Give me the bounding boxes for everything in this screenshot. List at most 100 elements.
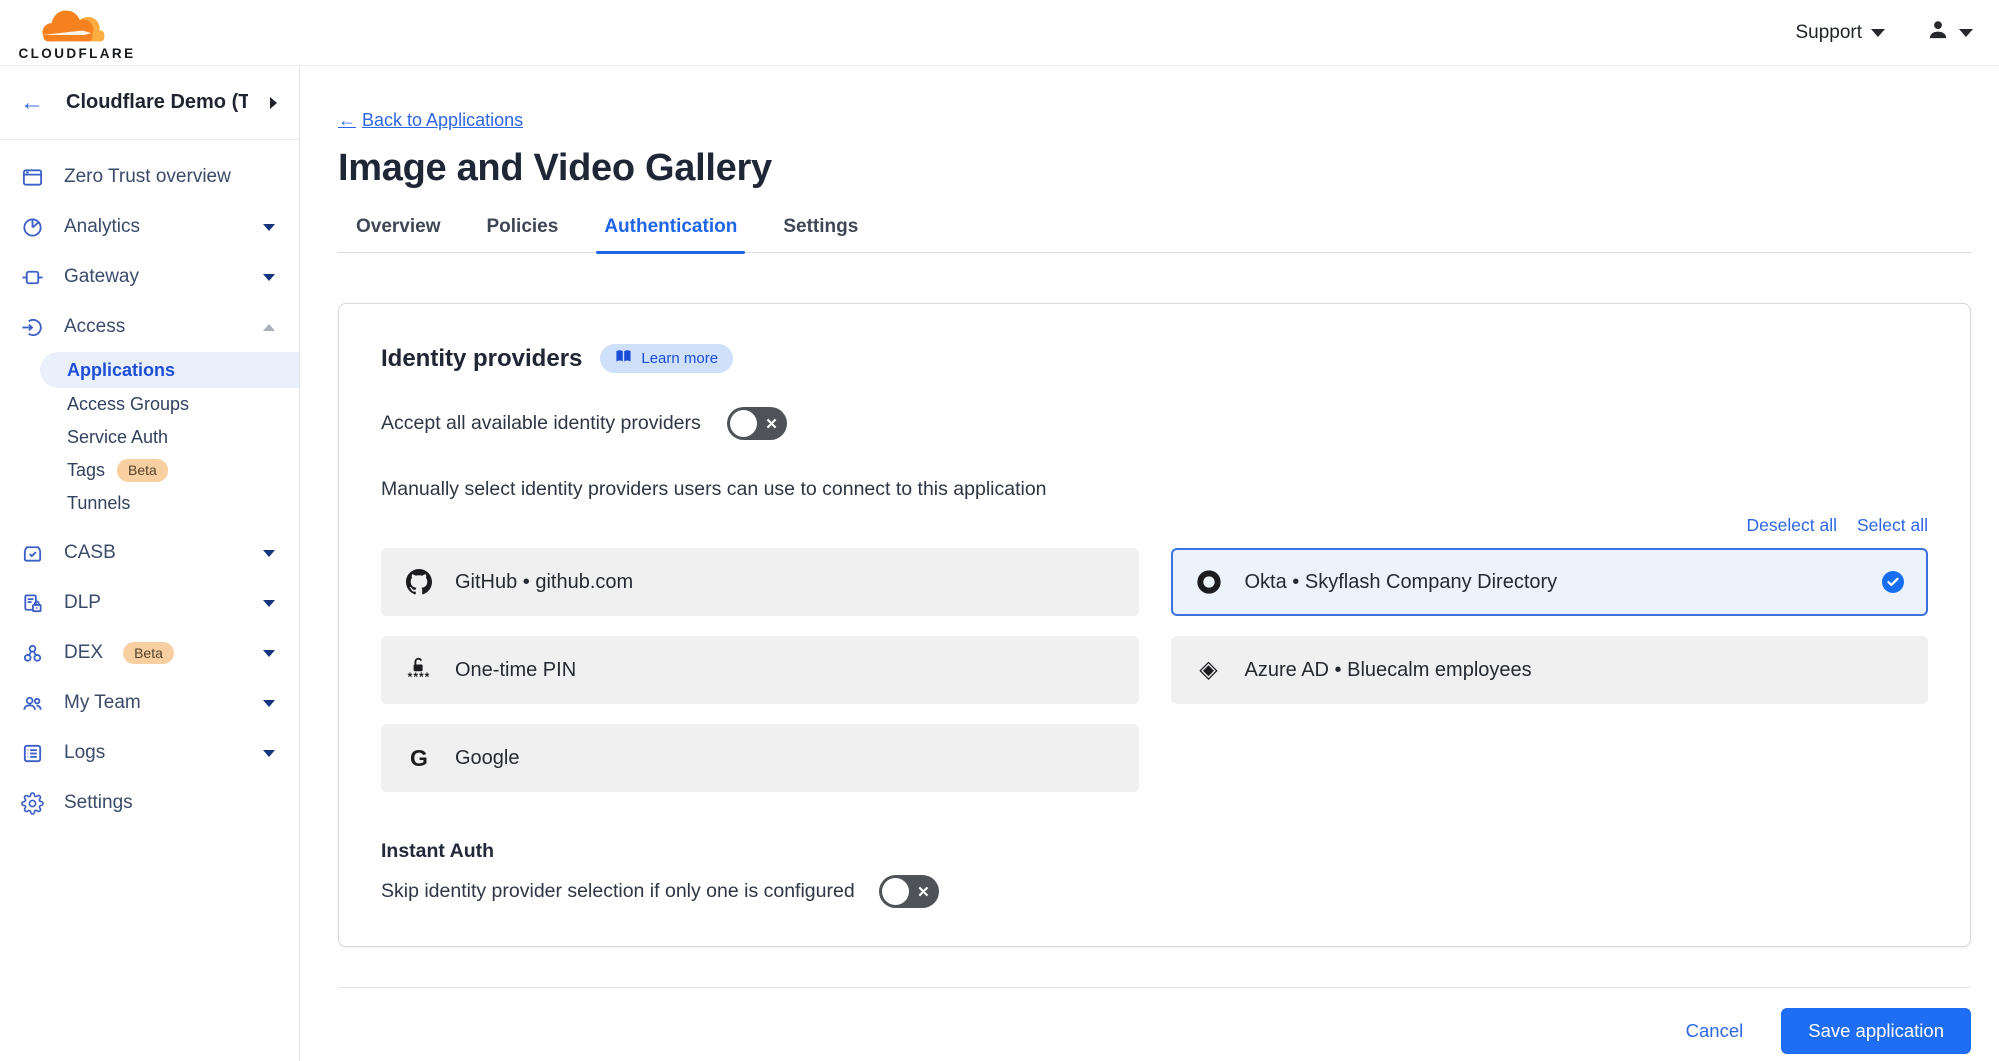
- page-title: Image and Video Gallery: [338, 147, 1971, 190]
- sidebar-item-service-auth[interactable]: Service Auth: [0, 421, 299, 454]
- select-all-link[interactable]: Select all: [1857, 515, 1928, 536]
- chevron-down-icon[interactable]: [263, 550, 275, 557]
- tab-policies[interactable]: Policies: [487, 216, 559, 252]
- provider-name: One-time PIN: [455, 659, 576, 682]
- cloudflare-cloud-icon: [31, 5, 123, 45]
- toggle-knob: [730, 410, 757, 437]
- nav-spacer: [0, 520, 299, 528]
- team-people-icon: [20, 691, 44, 715]
- document-lock-icon: [20, 591, 44, 615]
- sidebar-item-zero-trust-overview[interactable]: Zero Trust overview: [0, 152, 299, 202]
- google-icon: G: [405, 747, 433, 770]
- sidebar-item-dlp[interactable]: DLP: [0, 578, 299, 628]
- instant-auth-toggle[interactable]: ✕: [879, 875, 939, 908]
- access-subnav: Applications Access Groups Service Auth …: [0, 352, 299, 520]
- toggle-knob: [882, 878, 909, 905]
- access-login-icon: [20, 315, 44, 339]
- provider-tile-google[interactable]: G Google: [381, 724, 1139, 792]
- azure-diamond-glyph: ◈: [1199, 658, 1217, 682]
- back-arrow-icon[interactable]: ←: [20, 91, 44, 115]
- chevron-up-icon[interactable]: [263, 324, 275, 331]
- chevron-down-icon: [1871, 29, 1885, 37]
- sidebar-item-logs[interactable]: Logs: [0, 728, 299, 778]
- sidebar-item-label: Gateway: [64, 266, 139, 288]
- tab-bar: Overview Policies Authentication Setting…: [338, 216, 1971, 253]
- pin-mask-dots: ****: [408, 671, 431, 683]
- manual-select-text: Manually select identity providers users…: [381, 478, 1928, 501]
- beta-badge: Beta: [123, 642, 174, 665]
- provider-tile-one-time-pin[interactable]: **** One-time PIN: [381, 636, 1139, 704]
- logs-list-icon: [20, 741, 44, 765]
- chevron-down-icon[interactable]: [263, 750, 275, 757]
- sidebar-item-gateway[interactable]: Gateway: [0, 252, 299, 302]
- support-menu[interactable]: Support: [1795, 22, 1885, 44]
- subnav-item-label: Applications: [67, 360, 175, 381]
- sidebar-account-header: ← Cloudflare Demo (T...: [0, 66, 299, 140]
- back-arrow-icon: ←: [338, 110, 356, 131]
- sidebar-item-label: Logs: [64, 742, 105, 764]
- chevron-down-icon[interactable]: [263, 224, 275, 231]
- chevron-right-icon[interactable]: [270, 97, 277, 109]
- subnav-item-label: Tags: [67, 460, 105, 481]
- cancel-button[interactable]: Cancel: [1686, 1020, 1744, 1042]
- azure-ad-icon: ◈: [1195, 658, 1223, 682]
- sidebar-item-label: DEX: [64, 642, 103, 664]
- cloudflare-logo[interactable]: CLOUDFLARE: [14, 5, 140, 61]
- sidebar-item-my-team[interactable]: My Team: [0, 678, 299, 728]
- sidebar-item-analytics[interactable]: Analytics: [0, 202, 299, 252]
- github-icon: [405, 569, 433, 595]
- learn-more-badge[interactable]: Learn more: [600, 344, 733, 373]
- instant-auth-heading: Instant Auth: [381, 840, 1928, 863]
- sidebar-item-access[interactable]: Access: [0, 302, 299, 352]
- provider-name: GitHub • github.com: [455, 571, 633, 594]
- subnav-item-label: Tunnels: [67, 493, 130, 514]
- sidebar-item-label: Access: [64, 316, 125, 338]
- chevron-down-icon[interactable]: [263, 600, 275, 607]
- network-cluster-icon: [20, 641, 44, 665]
- sidebar-item-label: CASB: [64, 542, 116, 564]
- tab-settings[interactable]: Settings: [783, 216, 858, 252]
- topbar-right: Support: [1795, 17, 1973, 48]
- sidebar-item-tunnels[interactable]: Tunnels: [0, 487, 299, 520]
- cloudflare-wordmark: CLOUDFLARE: [19, 46, 136, 61]
- sidebar-item-label: DLP: [64, 592, 101, 614]
- back-to-applications-link[interactable]: ← Back to Applications: [338, 110, 523, 131]
- sidebar-item-label: Zero Trust overview: [64, 166, 231, 188]
- provider-tile-github[interactable]: GitHub • github.com: [381, 548, 1139, 616]
- selected-check-icon: [1882, 571, 1904, 593]
- chevron-down-icon[interactable]: [263, 700, 275, 707]
- provider-tile-azure-ad[interactable]: ◈ Azure AD • Bluecalm employees: [1171, 636, 1929, 704]
- tab-overview[interactable]: Overview: [356, 216, 441, 252]
- tab-authentication[interactable]: Authentication: [604, 216, 737, 252]
- account-name[interactable]: Cloudflare Demo (T...: [66, 91, 248, 114]
- okta-icon: [1195, 569, 1223, 595]
- save-application-button[interactable]: Save application: [1781, 1008, 1971, 1054]
- main-content: ← Back to Applications Image and Video G…: [300, 66, 1999, 1061]
- gateway-icon: [20, 265, 44, 289]
- support-label: Support: [1795, 22, 1862, 44]
- provider-grid: GitHub • github.com Okta • Skyflash Comp…: [381, 548, 1928, 792]
- identity-providers-card: Identity providers Learn more Accept all…: [338, 303, 1971, 947]
- sidebar-item-tags[interactable]: Tags Beta: [0, 454, 299, 487]
- learn-more-label: Learn more: [641, 350, 718, 367]
- subnav-item-label: Access Groups: [67, 394, 189, 415]
- toggle-off-icon: ✕: [765, 415, 778, 433]
- accept-all-toggle[interactable]: ✕: [727, 407, 787, 440]
- deselect-all-link[interactable]: Deselect all: [1747, 515, 1837, 536]
- sidebar-item-dex[interactable]: DEX Beta: [0, 628, 299, 678]
- sidebar-item-access-groups[interactable]: Access Groups: [0, 388, 299, 421]
- sidebar-item-casb[interactable]: CASB: [0, 528, 299, 578]
- chevron-down-icon[interactable]: [263, 274, 275, 281]
- gear-icon: [20, 791, 44, 815]
- user-account-menu[interactable]: [1925, 17, 1973, 48]
- instant-auth-label: Skip identity provider selection if only…: [381, 880, 855, 903]
- action-footer: Cancel Save application: [338, 987, 1971, 1054]
- provider-tile-okta[interactable]: Okta • Skyflash Company Directory: [1171, 548, 1929, 616]
- back-link-label: Back to Applications: [362, 110, 523, 131]
- sidebar-item-settings[interactable]: Settings: [0, 778, 299, 828]
- sidebar-item-applications[interactable]: Applications: [40, 352, 299, 388]
- beta-badge: Beta: [117, 459, 168, 482]
- pie-chart-icon: [20, 215, 44, 239]
- sidebar: ← Cloudflare Demo (T... Zero Trust overv…: [0, 66, 300, 1061]
- chevron-down-icon[interactable]: [263, 650, 275, 657]
